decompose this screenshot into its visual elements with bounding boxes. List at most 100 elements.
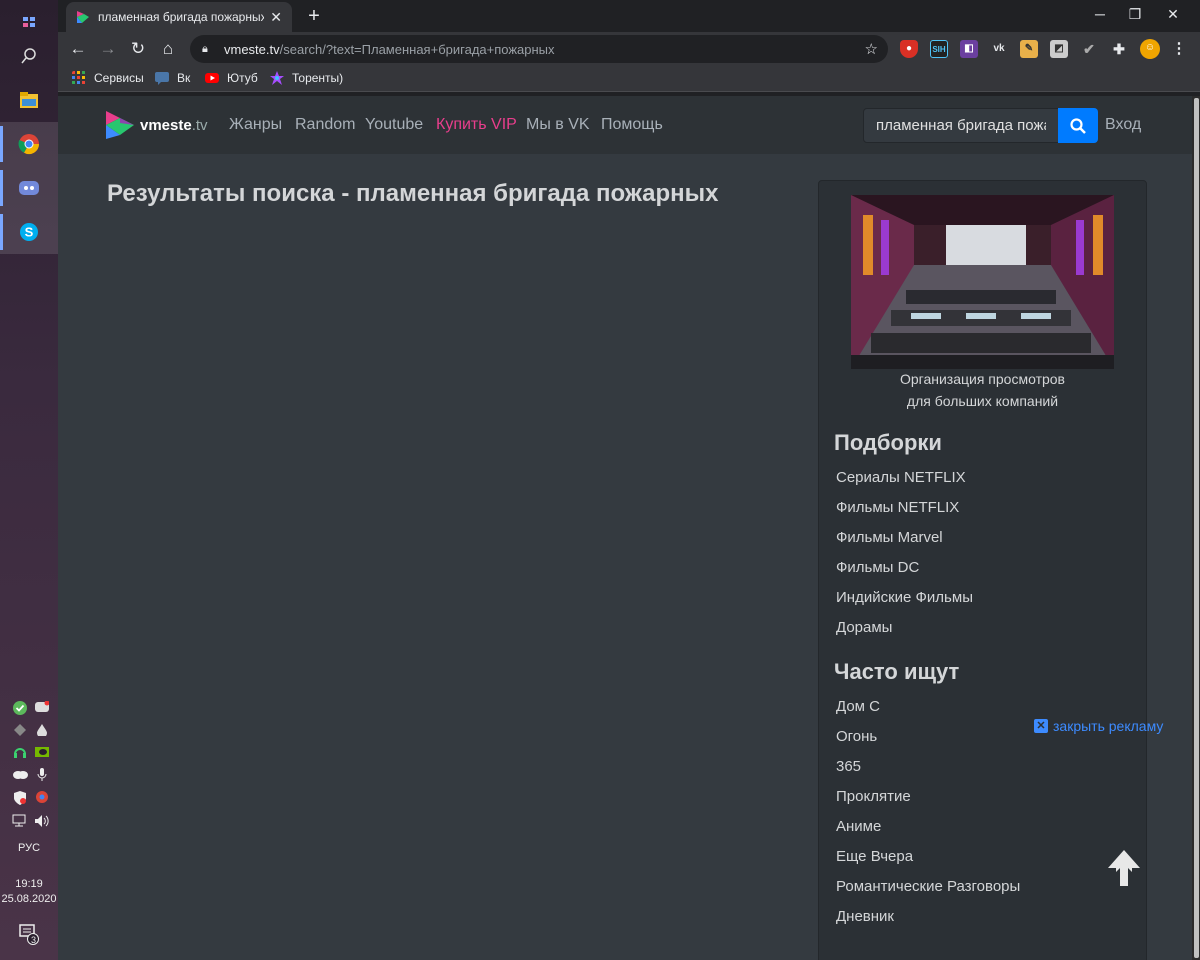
bookmark-services[interactable]: Сервисы [72, 71, 144, 85]
chrome-taskbar-button[interactable] [0, 122, 58, 166]
vmeste-favicon-icon [77, 11, 89, 23]
site-search-input[interactable] [863, 108, 1059, 143]
search-results-title: Результаты поиска - пламенная бригада по… [107, 180, 719, 207]
sih-extension-icon[interactable]: SIH [930, 40, 948, 58]
network-tray-icon[interactable] [12, 814, 28, 828]
login-link[interactable]: Вход [1105, 116, 1141, 134]
headset-tray-icon[interactable] [12, 746, 28, 760]
search-icon [1070, 117, 1086, 134]
reload-button[interactable]: ↻ [126, 37, 150, 61]
windows-taskbar: S РУС 19:19 25.08.2020 3 [0, 0, 58, 960]
collections-heading: Подборки [834, 430, 942, 455]
drop-tray-icon[interactable] [34, 724, 50, 738]
skype-taskbar-button[interactable]: S [0, 210, 58, 254]
popular-link[interactable]: Аниме [836, 818, 881, 835]
cinema-hall-image[interactable] [851, 195, 1114, 369]
home-button[interactable]: ⌂ [156, 37, 180, 61]
discord-tray-icon[interactable] [34, 700, 50, 715]
search-icon [21, 48, 36, 64]
popular-link[interactable]: Дневник [836, 908, 894, 925]
discord-taskbar-button[interactable] [0, 166, 58, 210]
close-ad-button[interactable]: ✕ закрыть рекламу [1034, 718, 1163, 734]
nav-random[interactable]: Random [295, 116, 355, 134]
tab-title: пламенная бригада пожарных [98, 10, 265, 24]
square-extension-icon[interactable]: ◩ [1050, 40, 1068, 58]
nvidia-tray-icon[interactable] [34, 746, 50, 760]
popular-link[interactable]: Проклятие [836, 788, 911, 805]
discord-icon [19, 181, 39, 195]
forward-button[interactable]: → [96, 37, 120, 61]
nav-youtube[interactable]: Youtube [365, 116, 423, 134]
nav-vk[interactable]: Мы в VK [526, 116, 590, 134]
bookmark-torrents[interactable]: Торенты) [270, 71, 343, 85]
bookmark-star-icon[interactable]: ☆ [865, 40, 878, 58]
collection-link[interactable]: Фильмы DC [836, 559, 919, 576]
notification-center-button[interactable]: 3 [0, 914, 58, 954]
security-check-icon[interactable] [12, 701, 28, 715]
popular-link[interactable]: Еще Вчера [836, 848, 913, 865]
collection-link[interactable]: Сериалы NETFLIX [836, 469, 966, 486]
checkmark-extension-icon[interactable]: ✔ [1080, 40, 1098, 58]
browser-tab-strip: пламенная бригада пожарных ✕ + ─ ❐ ✕ [58, 0, 1200, 32]
popular-link[interactable]: Дом С [836, 698, 880, 715]
defender-tray-icon[interactable] [12, 791, 28, 805]
new-tab-button[interactable]: + [302, 4, 326, 28]
site-navbar: vmeste.tv Жанры Random Youtube Купить VI… [58, 96, 1192, 154]
maximize-button[interactable]: ❐ [1119, 4, 1151, 24]
bookmark-vk[interactable]: Вк [155, 71, 190, 85]
page-scrollbar-thumb[interactable] [1194, 98, 1199, 958]
diamond-tray-icon[interactable] [12, 724, 28, 738]
logo-tld: .tv [191, 116, 208, 134]
notes-extension-icon[interactable]: ✎ [1020, 40, 1038, 58]
task-view-icon [23, 17, 35, 27]
lock-icon[interactable]: 🔒︎ [202, 43, 214, 56]
scroll-to-top-arrow-icon[interactable] [1106, 848, 1142, 888]
close-ad-label: закрыть рекламу [1053, 718, 1164, 734]
search-button[interactable] [0, 34, 58, 78]
torrents-icon [270, 71, 284, 85]
collection-link[interactable]: Фильмы Marvel [836, 529, 943, 546]
twitch-extension-icon[interactable]: ◧ [960, 40, 978, 58]
tab-close-icon[interactable]: ✕ [270, 9, 282, 26]
promo-caption-line1[interactable]: Организация просмотров [819, 371, 1146, 387]
bookmark-label: Торенты) [292, 71, 344, 85]
close-window-button[interactable]: ✕ [1157, 4, 1189, 24]
volume-tray-icon[interactable] [34, 814, 50, 828]
site-search-button[interactable] [1058, 108, 1098, 143]
collection-link[interactable]: Дорамы [836, 619, 892, 636]
browser-tab[interactable]: пламенная бригада пожарных ✕ [66, 2, 292, 32]
promo-caption-line2[interactable]: для больших компаний [819, 393, 1146, 409]
notification-count: 3 [31, 935, 37, 945]
file-explorer-button[interactable] [0, 78, 58, 122]
extensions-puzzle-icon[interactable]: ✚ [1110, 40, 1128, 58]
collection-link[interactable]: Индийские Фильмы [836, 589, 973, 606]
nav-buy-vip[interactable]: Купить VIP [436, 116, 517, 134]
bookmark-youtube[interactable]: Ютуб [205, 71, 258, 85]
popular-link[interactable]: Огонь [836, 728, 877, 745]
nav-genres[interactable]: Жанры [229, 116, 282, 134]
chrome-tray-icon[interactable] [34, 791, 50, 805]
folder-icon [20, 92, 38, 108]
clock-date[interactable]: 25.08.2020 [0, 893, 58, 905]
browser-menu-icon[interactable]: ⋮ [1170, 40, 1188, 58]
input-language[interactable]: РУС [0, 842, 58, 854]
vk-extension-icon[interactable]: vk [990, 40, 1008, 58]
clock-time[interactable]: 19:19 [0, 878, 58, 890]
collection-link[interactable]: Фильмы NETFLIX [836, 499, 959, 516]
onedrive-tray-icon[interactable] [12, 768, 28, 782]
popular-link[interactable]: Романтические Разговоры [836, 878, 1020, 895]
popular-link[interactable]: 365 [836, 758, 861, 775]
nav-help[interactable]: Помощь [601, 116, 663, 134]
microphone-tray-icon[interactable] [34, 768, 50, 782]
back-button[interactable]: ← [66, 37, 90, 61]
site-logo[interactable]: vmeste.tv [106, 109, 208, 141]
web-page: vmeste.tv Жанры Random Youtube Купить VI… [58, 96, 1192, 960]
adblock-extension-icon[interactable]: ● [900, 40, 918, 58]
minimize-button[interactable]: ─ [1084, 4, 1116, 24]
bookmarks-bar: Сервисы Вк Ютуб Торенты) [58, 66, 1200, 92]
apps-grid-icon [72, 71, 85, 84]
svg-text:S: S [25, 225, 34, 240]
address-bar[interactable]: 🔒︎ vmeste.tv/search/?text=Пламенная+бриг… [190, 35, 888, 63]
popular-heading: Часто ищут [834, 659, 960, 684]
profile-avatar[interactable]: ☺ [1140, 39, 1160, 59]
